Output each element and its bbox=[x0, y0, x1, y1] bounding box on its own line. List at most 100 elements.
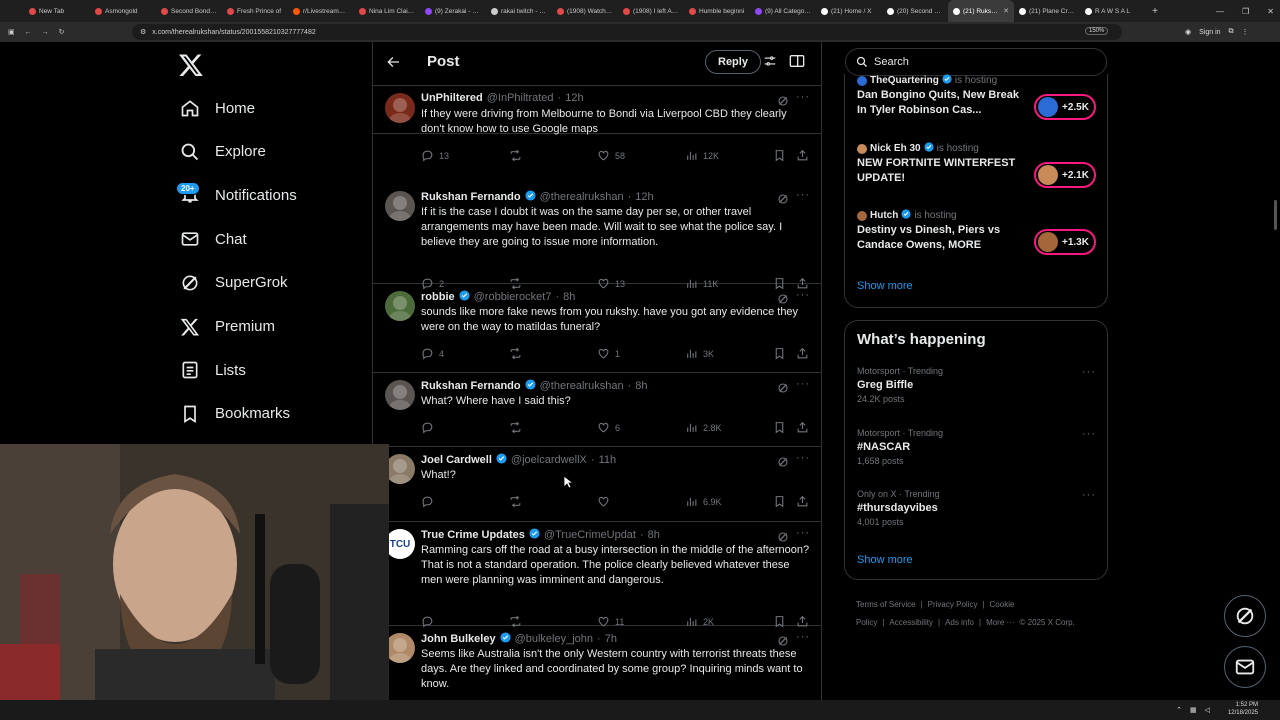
grok-explain-icon[interactable] bbox=[777, 381, 789, 393]
timestamp[interactable]: 8h bbox=[563, 291, 575, 303]
author-name[interactable]: Rukshan Fernando bbox=[421, 191, 521, 203]
browser-tab[interactable]: (9) Zerakai - Twit bbox=[420, 0, 486, 22]
avatar[interactable] bbox=[385, 454, 415, 484]
live-space-item[interactable]: Nick Eh 30 is hosting NEW FORTNITE WINTERF… bbox=[857, 142, 1102, 188]
share-button[interactable] bbox=[796, 495, 809, 509]
spaces-show-more-link[interactable]: Show more bbox=[857, 280, 913, 292]
trend-more-icon[interactable]: ··· bbox=[1082, 489, 1096, 501]
reply-button[interactable]: Reply bbox=[705, 50, 761, 74]
browser-tab[interactable]: (20) Second Bon bbox=[882, 0, 948, 22]
views-button[interactable]: 6.9K bbox=[685, 495, 722, 509]
reply-tweet[interactable]: Rukshan Fernando @therealrukshan · 12h ··· If… bbox=[373, 184, 821, 289]
share-button[interactable] bbox=[796, 149, 809, 163]
retweet-button[interactable] bbox=[509, 149, 522, 163]
like-button[interactable]: 1 bbox=[597, 347, 620, 361]
browser-tab[interactable]: (21) Home / X bbox=[816, 0, 882, 22]
listener-count-pill[interactable]: +2.1K bbox=[1034, 162, 1096, 188]
retweet-button[interactable] bbox=[509, 495, 522, 509]
site-info-icon[interactable]: ⚙ bbox=[140, 28, 146, 36]
grok-explain-icon[interactable] bbox=[777, 94, 789, 106]
browser-tab[interactable]: Nina Lim Claims bbox=[354, 0, 420, 22]
reply-tweet[interactable]: UnPhiltered @InPhiltrated · 12h ··· If they w… bbox=[373, 86, 821, 161]
author-handle[interactable]: @InPhiltrated bbox=[487, 92, 554, 104]
avatar[interactable] bbox=[385, 191, 415, 221]
reply-tweet[interactable]: robbie @robbierocket7 · 8h ··· sounds like mo… bbox=[373, 284, 821, 373]
live-space-item[interactable]: Hutch is hosting Destiny vs Dinesh, Piers … bbox=[857, 209, 1102, 255]
extensions-icon[interactable]: ⧉ bbox=[1229, 28, 1234, 36]
share-button[interactable] bbox=[796, 421, 809, 435]
maximize-button[interactable]: ❐ bbox=[1242, 7, 1249, 16]
taskbar-clock[interactable]: 1:52 PM 12/18/2025 bbox=[1228, 701, 1258, 717]
account-icon[interactable]: ◉ bbox=[1185, 28, 1191, 36]
reply-tweet[interactable]: TCU True Crime Updates @TrueCrimeUpdat · 8h ·… bbox=[373, 522, 821, 627]
close-window-button[interactable]: ✕ bbox=[1267, 7, 1274, 16]
live-space-item[interactable]: TheQuartering is hosting Dan Bongino Quits… bbox=[857, 74, 1102, 120]
minimize-button[interactable]: — bbox=[1216, 7, 1224, 16]
trend-item[interactable]: Motorsport · Trending #NASCAR 1,658 posts ·… bbox=[857, 428, 1097, 466]
bookmark-button[interactable] bbox=[773, 149, 786, 163]
browser-tab[interactable]: Fresh Prince of bbox=[222, 0, 288, 22]
menu-icon[interactable]: ⋮ bbox=[1242, 28, 1249, 36]
grok-explain-icon[interactable] bbox=[777, 530, 789, 542]
trend-more-icon[interactable]: ··· bbox=[1082, 428, 1096, 440]
x-logo-icon[interactable] bbox=[178, 52, 204, 78]
avatar[interactable] bbox=[385, 633, 415, 663]
author-name[interactable]: Rukshan Fernando bbox=[421, 380, 521, 392]
nav-item-chat[interactable]: Chat bbox=[180, 226, 247, 252]
reload-icon[interactable]: ↻ bbox=[59, 28, 65, 36]
browser-tab[interactable]: (1908) Watch lat bbox=[552, 0, 618, 22]
nav-item-home[interactable]: Home bbox=[180, 95, 255, 121]
nav-item-bookmarks[interactable]: Bookmarks bbox=[180, 401, 290, 427]
more-options-icon[interactable]: ··· bbox=[796, 527, 810, 539]
nav-item-lists[interactable]: Lists bbox=[180, 357, 246, 383]
browser-tab[interactable]: r/LivestreamFail bbox=[288, 0, 354, 22]
author-handle[interactable]: @joelcardwellX bbox=[511, 454, 587, 466]
trends-show-more-link[interactable]: Show more bbox=[857, 554, 913, 566]
more-options-icon[interactable]: ··· bbox=[796, 452, 810, 464]
reply-button[interactable] bbox=[421, 495, 439, 509]
like-button[interactable] bbox=[597, 495, 615, 509]
share-button[interactable] bbox=[796, 347, 809, 361]
author-handle[interactable]: @therealrukshan bbox=[540, 380, 624, 392]
back-icon[interactable]: ← bbox=[25, 29, 32, 36]
more-options-icon[interactable]: ··· bbox=[796, 189, 810, 201]
more-options-icon[interactable]: ··· bbox=[796, 289, 810, 301]
browser-tab[interactable]: Asmongold bbox=[90, 0, 156, 22]
author-handle[interactable]: @TrueCrimeUpdat bbox=[544, 529, 636, 541]
grok-explain-icon[interactable] bbox=[777, 292, 789, 304]
sign-in-button[interactable]: Sign in bbox=[1199, 29, 1220, 36]
trend-item[interactable]: Only on X · Trending #thursdayvibes 4,001 … bbox=[857, 489, 1097, 527]
timestamp[interactable]: 12h bbox=[635, 191, 653, 203]
views-button[interactable]: 2.8K bbox=[685, 421, 722, 435]
grok-explain-icon[interactable] bbox=[777, 192, 789, 204]
timestamp[interactable]: 7h bbox=[605, 633, 617, 645]
timestamp[interactable]: 8h bbox=[635, 380, 647, 392]
browser-tab[interactable]: Second Bondi T bbox=[156, 0, 222, 22]
address-bar[interactable]: ⚙ x.com/therealrukshan/status/2001558210… bbox=[132, 24, 1122, 40]
author-name[interactable]: True Crime Updates bbox=[421, 529, 525, 541]
timestamp[interactable]: 11h bbox=[599, 454, 617, 466]
footer-link[interactable]: Terms of Service bbox=[856, 600, 916, 609]
browser-tab[interactable]: New Tab bbox=[24, 0, 90, 22]
forward-icon[interactable]: → bbox=[42, 29, 49, 36]
avatar[interactable] bbox=[385, 93, 415, 123]
listener-count-pill[interactable]: +2.5K bbox=[1034, 94, 1096, 120]
browser-tab[interactable]: R A W S A L bbox=[1080, 0, 1146, 22]
nav-item-explore[interactable]: Explore bbox=[180, 139, 266, 165]
timestamp[interactable]: 12h bbox=[565, 92, 583, 104]
timestamp[interactable]: 8h bbox=[648, 529, 660, 541]
retweet-button[interactable] bbox=[509, 347, 522, 361]
browser-tab[interactable]: Humble beginni bbox=[684, 0, 750, 22]
more-options-icon[interactable]: ··· bbox=[796, 378, 810, 390]
trend-more-icon[interactable]: ··· bbox=[1082, 366, 1096, 378]
browser-tab[interactable]: (1908) I left Auth bbox=[618, 0, 684, 22]
browser-tab[interactable]: (21) Plane Crash bbox=[1014, 0, 1080, 22]
reply-tweet[interactable]: Joel Cardwell @joelcardwellX · 11h ··· What!?… bbox=[373, 447, 821, 522]
more-options-icon[interactable]: ··· bbox=[796, 91, 810, 103]
volume-icon[interactable]: ◁ bbox=[1205, 706, 1210, 714]
grok-explain-icon[interactable] bbox=[777, 455, 789, 467]
listener-count-pill[interactable]: +1.3K bbox=[1034, 229, 1096, 255]
author-handle[interactable]: @therealrukshan bbox=[540, 191, 624, 203]
reply-button[interactable]: 4 bbox=[421, 347, 444, 361]
reply-button[interactable] bbox=[421, 421, 439, 435]
